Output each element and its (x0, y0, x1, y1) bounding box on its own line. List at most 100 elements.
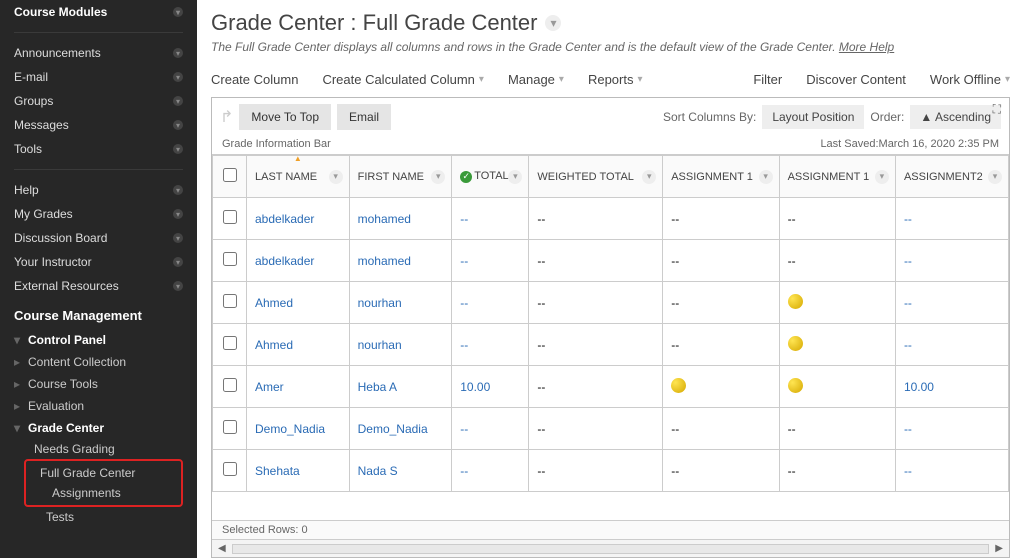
horizontal-scrollbar[interactable]: ◀ ▶ (212, 539, 1009, 557)
panel-item-course-tools[interactable]: ▸Course Tools (14, 373, 183, 395)
context-menu-icon[interactable]: ▾ (545, 15, 561, 31)
grade-table-wrap[interactable]: ▲LAST NAME▾ FIRST NAME▾ ✓TOTAL▾ WEIGHTED… (212, 155, 1009, 520)
table-cell[interactable]: 10.00 (895, 366, 1008, 408)
col-assignment-1a[interactable]: ASSIGNMENT 1▾ (663, 156, 779, 198)
work-offline-button[interactable]: Work Offline▾ (930, 72, 1010, 87)
table-cell[interactable]: Heba A (349, 366, 452, 408)
table-cell[interactable]: Ahmed (247, 282, 350, 324)
col-last-name[interactable]: ▲LAST NAME▾ (247, 156, 350, 198)
panel-item-evaluation[interactable]: ▸Evaluation (14, 395, 183, 417)
sidebar-item-your-instructor[interactable]: Your Instructor▾ (14, 250, 183, 274)
table-cell[interactable]: Demo_Nadia (247, 408, 350, 450)
subitem-assignments[interactable]: Assignments (30, 483, 177, 503)
sidebar-item-email[interactable]: E-mail▾ (14, 65, 183, 89)
sidebar-item-help[interactable]: Help▾ (14, 178, 183, 202)
table-cell[interactable]: -- (895, 324, 1008, 366)
row-checkbox[interactable] (223, 378, 237, 392)
table-cell[interactable]: -- (452, 324, 529, 366)
scrollbar-track[interactable] (232, 544, 990, 554)
table-cell[interactable]: Ahmed (247, 324, 350, 366)
sidebar-item-my-grades[interactable]: My Grades▾ (14, 202, 183, 226)
create-column-button[interactable]: Create Column (211, 72, 298, 87)
table-cell[interactable]: 10.00 (452, 366, 529, 408)
table-cell[interactable]: -- (663, 450, 779, 492)
sidebar-item-groups[interactable]: Groups▾ (14, 89, 183, 113)
sidebar-item-discussion-board[interactable]: Discussion Board▾ (14, 226, 183, 250)
fullscreen-icon[interactable]: ⛶ (993, 102, 1001, 117)
panel-item-content-collection[interactable]: ▸Content Collection (14, 351, 183, 373)
subitem-full-grade-center[interactable]: Full Grade Center (30, 463, 177, 483)
subitem-needs-grading[interactable]: Needs Grading (14, 439, 183, 459)
table-cell[interactable] (779, 366, 895, 408)
row-checkbox[interactable] (223, 420, 237, 434)
sidebar-item-course-modules[interactable]: Course Modules▾ (14, 0, 183, 24)
table-cell[interactable]: abdelkader (247, 240, 350, 282)
subitem-tests[interactable]: Tests (14, 507, 183, 527)
sidebar-item-external-resources[interactable]: External Resources▾ (14, 274, 183, 298)
table-cell[interactable]: -- (895, 282, 1008, 324)
row-checkbox[interactable] (223, 210, 237, 224)
table-cell[interactable]: -- (663, 408, 779, 450)
table-cell[interactable]: nourhan (349, 324, 452, 366)
table-cell[interactable]: -- (895, 198, 1008, 240)
move-handle-icon[interactable]: ↱ (220, 107, 233, 127)
row-checkbox[interactable] (223, 294, 237, 308)
column-menu-icon[interactable]: ▾ (431, 170, 445, 184)
table-cell[interactable]: mohamed (349, 198, 452, 240)
move-to-top-button[interactable]: Move To Top (239, 104, 331, 130)
panel-item-grade-center[interactable]: ▾Grade Center (14, 417, 183, 439)
column-menu-icon[interactable]: ▾ (988, 170, 1002, 184)
table-cell[interactable]: -- (529, 240, 663, 282)
layout-position-button[interactable]: Layout Position (762, 105, 864, 129)
table-cell[interactable]: -- (452, 408, 529, 450)
email-button[interactable]: Email (337, 104, 391, 130)
filter-button[interactable]: Filter (753, 72, 782, 87)
table-cell[interactable]: -- (529, 408, 663, 450)
col-assignment-2[interactable]: ASSIGNMENT2▾ (895, 156, 1008, 198)
table-cell[interactable]: -- (663, 282, 779, 324)
row-checkbox[interactable] (223, 252, 237, 266)
table-cell[interactable] (779, 282, 895, 324)
table-cell[interactable]: -- (895, 240, 1008, 282)
table-cell[interactable]: -- (663, 240, 779, 282)
table-cell[interactable]: -- (663, 198, 779, 240)
table-cell[interactable]: Amer (247, 366, 350, 408)
col-first-name[interactable]: FIRST NAME▾ (349, 156, 452, 198)
sidebar-item-announcements[interactable]: Announcements▾ (14, 41, 183, 65)
table-cell[interactable]: -- (779, 198, 895, 240)
control-panel-heading[interactable]: ▾Control Panel (14, 329, 183, 351)
table-cell[interactable]: Demo_Nadia (349, 408, 452, 450)
table-cell[interactable]: -- (452, 198, 529, 240)
table-cell[interactable]: -- (895, 408, 1008, 450)
table-cell[interactable]: -- (452, 450, 529, 492)
column-menu-icon[interactable]: ▾ (875, 170, 889, 184)
column-menu-icon[interactable]: ▾ (759, 170, 773, 184)
create-calculated-button[interactable]: Create Calculated Column▾ (322, 72, 484, 87)
table-cell[interactable]: -- (663, 324, 779, 366)
discover-content-button[interactable]: Discover Content (806, 72, 906, 87)
table-cell[interactable]: Shehata (247, 450, 350, 492)
table-cell[interactable]: -- (779, 450, 895, 492)
column-menu-icon[interactable]: ▾ (329, 170, 343, 184)
table-cell[interactable]: -- (529, 450, 663, 492)
manage-button[interactable]: Manage▾ (508, 72, 564, 87)
row-checkbox[interactable] (223, 462, 237, 476)
select-all-checkbox[interactable] (223, 168, 237, 182)
col-total[interactable]: ✓TOTAL▾ (452, 156, 529, 198)
table-cell[interactable]: -- (452, 240, 529, 282)
scroll-right-icon[interactable]: ▶ (995, 543, 1003, 554)
table-cell[interactable]: abdelkader (247, 198, 350, 240)
table-cell[interactable]: -- (895, 450, 1008, 492)
row-checkbox[interactable] (223, 336, 237, 350)
table-cell[interactable]: mohamed (349, 240, 452, 282)
col-weighted-total[interactable]: WEIGHTED TOTAL▾ (529, 156, 663, 198)
column-menu-icon[interactable]: ▾ (508, 170, 522, 184)
table-cell[interactable]: Nada S (349, 450, 452, 492)
column-menu-icon[interactable]: ▾ (642, 170, 656, 184)
sidebar-item-tools[interactable]: Tools▾ (14, 137, 183, 161)
table-cell[interactable]: -- (529, 366, 663, 408)
table-cell[interactable]: nourhan (349, 282, 452, 324)
sidebar-item-messages[interactable]: Messages▾ (14, 113, 183, 137)
reports-button[interactable]: Reports▾ (588, 72, 643, 87)
table-cell[interactable]: -- (529, 198, 663, 240)
